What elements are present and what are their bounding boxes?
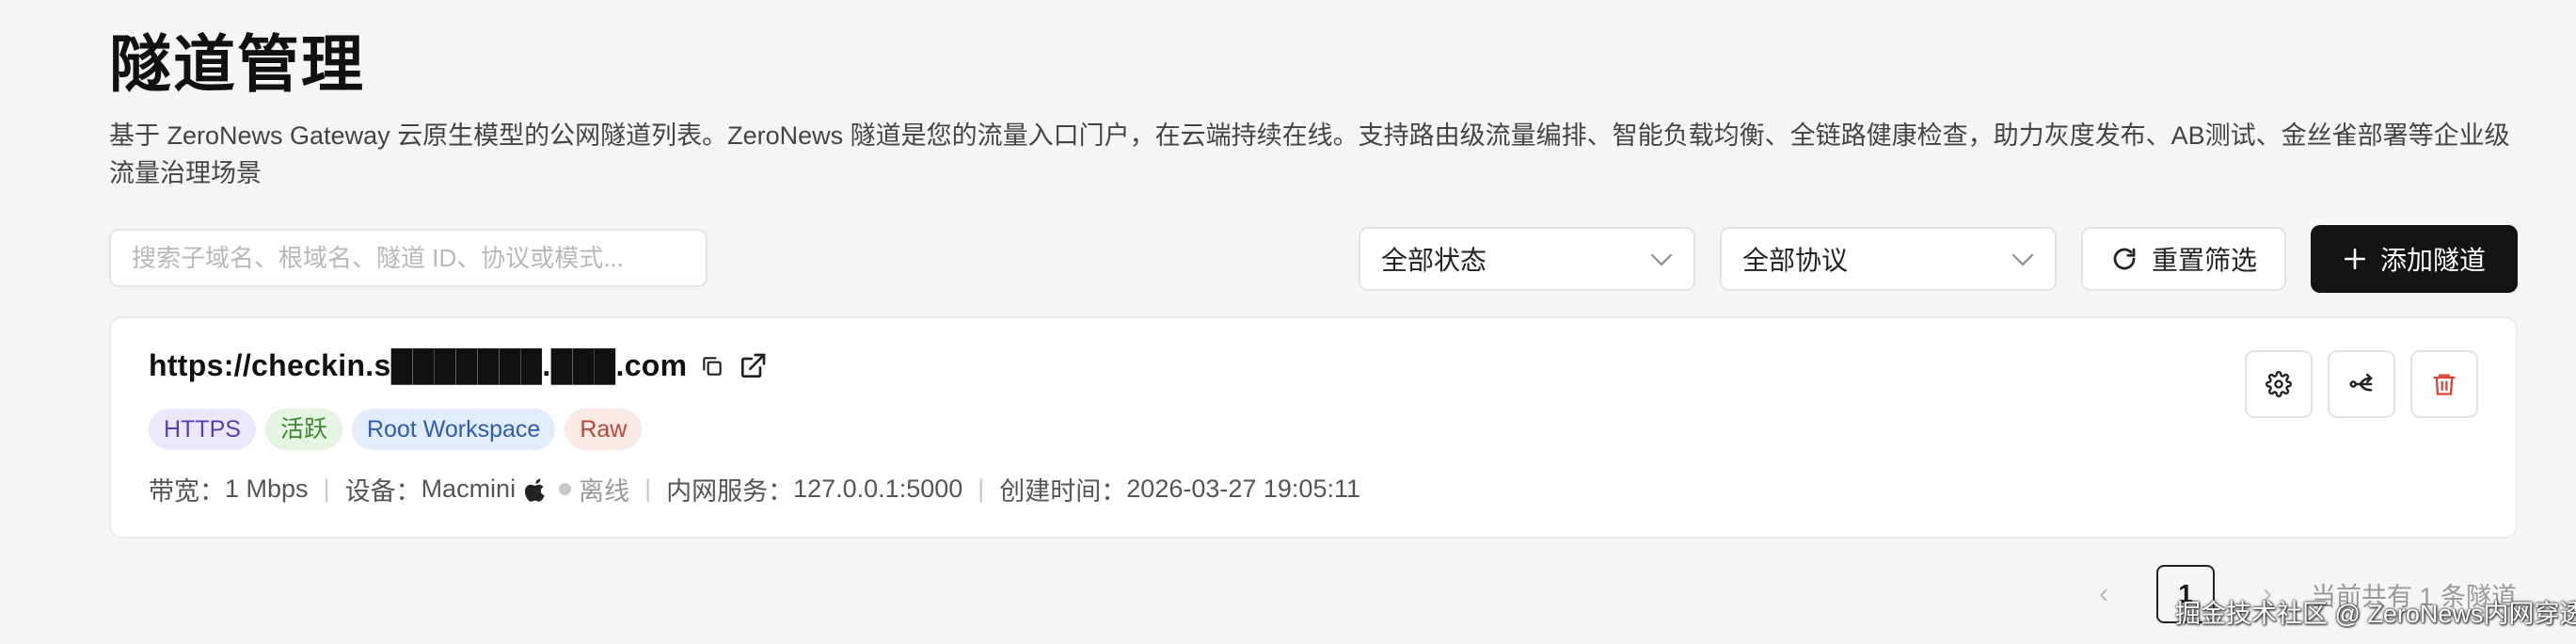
plus-icon <box>2344 248 2366 270</box>
protocol-filter-select[interactable]: 全部协议 <box>1720 227 2057 291</box>
add-tunnel-label: 添加隧道 <box>2379 246 2486 275</box>
reset-filters-label: 重置筛选 <box>2151 246 2257 275</box>
reset-filters-button[interactable]: 重置筛选 <box>2081 227 2286 291</box>
offline-dot <box>559 483 572 495</box>
chevron-down-icon <box>1650 244 1673 266</box>
delete-button[interactable] <box>2410 350 2478 418</box>
page-title: 隧道管理 <box>109 29 365 99</box>
chevron-down-icon <box>2012 244 2034 266</box>
settings-button[interactable] <box>2245 350 2313 418</box>
service-label: 内网服务： <box>666 477 794 506</box>
add-tunnel-button[interactable]: 添加隧道 <box>2311 225 2518 293</box>
tunnel-card: https://checkin.s███████.███.com HTTPS 活… <box>109 316 2518 539</box>
route-button[interactable] <box>2328 350 2395 418</box>
tunnel-url: https://checkin.s███████.███.com <box>149 348 688 382</box>
device-status: 离线 <box>579 477 630 506</box>
protocol-badge: HTTPS <box>149 409 256 450</box>
route-icon <box>2349 373 2373 392</box>
status-badge: 活跃 <box>264 409 342 450</box>
trash-icon <box>2433 374 2456 395</box>
service-value: 127.0.0.1:5000 <box>793 475 963 503</box>
device-label: 设备： <box>344 477 421 506</box>
created-value: 2026-03-27 19:05:11 <box>1126 475 1360 503</box>
bandwidth-value: 1 Mbps <box>225 475 309 503</box>
status-filter-value: 全部状态 <box>1381 246 1487 275</box>
external-link-icon[interactable] <box>738 351 768 381</box>
device-value: Macmini <box>421 475 517 503</box>
divider: | <box>323 475 330 503</box>
workspace-badge: Root Workspace <box>351 409 556 450</box>
divider: | <box>978 475 985 503</box>
prev-page-button[interactable]: ‹ <box>2085 578 2123 610</box>
protocol-filter-value: 全部协议 <box>1742 246 1849 275</box>
bandwidth-label: 带宽： <box>149 477 225 506</box>
tunnel-tags: HTTPS 活跃 Root Workspace Raw <box>149 409 643 450</box>
divider: | <box>644 475 652 503</box>
tunnel-management-page: 隧道管理 基于 ZeroNews Gateway 云原生模型的公网隧道列表。Ze… <box>0 0 2576 644</box>
settings-icon <box>2266 371 2292 397</box>
watermark: 掘金技术社区 @ ZeroNews内网穿透 <box>2175 600 2576 628</box>
created-label: 创建时间： <box>999 477 1127 506</box>
copy-icon[interactable] <box>700 354 724 378</box>
page-description: 基于 ZeroNews Gateway 云原生模型的公网隧道列表。ZeroNew… <box>109 121 2510 187</box>
refresh-icon <box>2113 248 2136 270</box>
tunnel-meta: 带宽： 1 Mbps | 设备： Macmini 离线 | 内网服务： 127.… <box>149 471 1360 507</box>
apple-icon <box>525 478 545 502</box>
status-filter-select[interactable]: 全部状态 <box>1359 227 1695 291</box>
mode-badge: Raw <box>564 409 643 450</box>
tunnel-url-row: https://checkin.s███████.███.com <box>149 348 768 383</box>
tunnel-actions <box>2245 350 2478 418</box>
search-input[interactable] <box>109 229 708 287</box>
